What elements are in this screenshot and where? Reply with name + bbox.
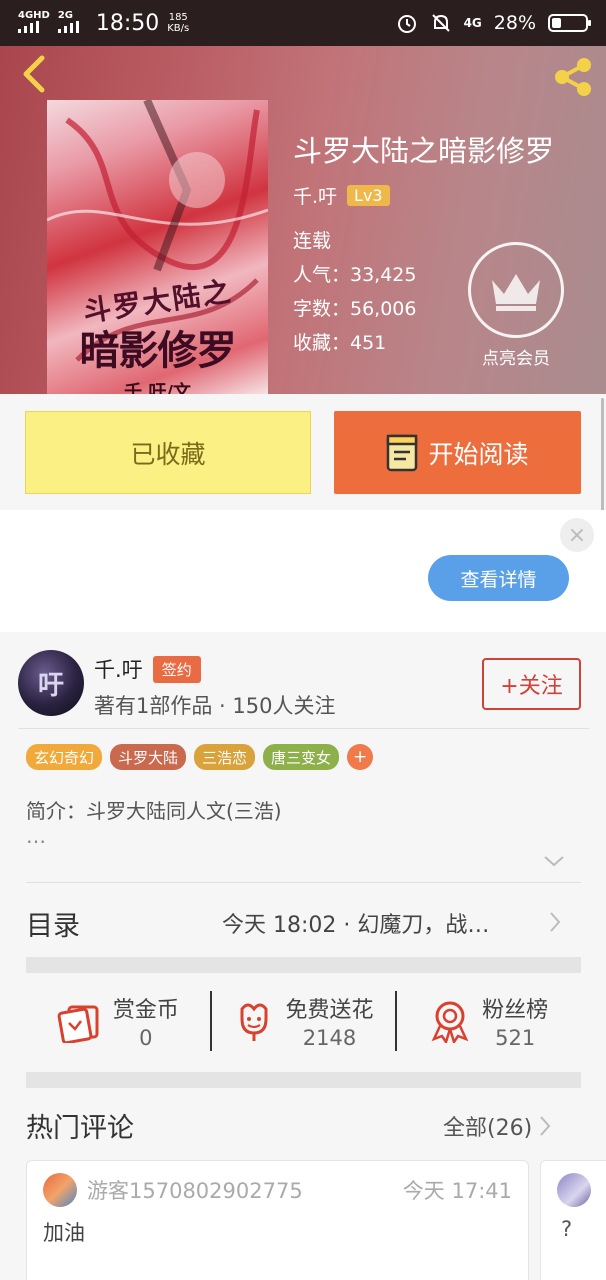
author-stats: 著有1部作品 · 150人关注 <box>94 694 336 718</box>
collected-button[interactable]: 已收藏 <box>25 411 311 494</box>
red-envelope-icon <box>57 1005 99 1043</box>
network-speed: 185 KB/s <box>167 12 189 34</box>
network-type-1: 4GHD <box>18 9 50 21</box>
stat-label: 赏金币 <box>112 998 179 1023</box>
reward-coins[interactable]: 赏金币 0 <box>26 974 210 1068</box>
network-type-3: 4G <box>463 16 482 30</box>
ad-banner: × 查看详情 <box>0 510 606 632</box>
commenter-name[interactable]: 游客1570802902775 <box>87 1175 303 1205</box>
intro-ellipsis: … <box>26 824 46 848</box>
all-comments-label: 全部(26) <box>443 1116 533 1141</box>
book-word-count: 字数：56,006 <box>293 298 417 320</box>
vip-button[interactable]: 点亮会员 <box>468 242 564 372</box>
network-type-2: 2G <box>57 9 74 21</box>
latest-chapter[interactable]: 今天 18:02 · 幻魔刀，战… <box>222 907 532 939</box>
tag-list: 玄幻奇幻 斗罗大陆 三浩恋 唐三变女 + <box>26 744 374 770</box>
free-flowers[interactable]: 免费送花 2148 <box>212 974 396 1068</box>
add-tag-button[interactable]: + <box>347 744 374 770</box>
stat-value: 521 <box>495 1026 536 1050</box>
signal-icon-2: 2G <box>57 9 84 36</box>
author-avatar[interactable]: 吁 <box>18 650 84 716</box>
toc-label[interactable]: 目录 <box>26 904 80 943</box>
comment-card[interactable]: 游客1570802902775 今天 17:41 加油 <box>26 1160 529 1280</box>
signal-bars-icon <box>18 20 39 33</box>
book-icon <box>387 434 418 471</box>
battery-icon <box>548 14 591 32</box>
stat-value: 2148 <box>302 1026 357 1050</box>
vip-label: 点亮会员 <box>482 349 550 369</box>
scrollbar[interactable] <box>601 398 604 522</box>
start-reading-label: 开始阅读 <box>428 439 529 469</box>
speed-value: 185 <box>168 12 188 23</box>
ad-close-icon[interactable]: × <box>560 518 594 552</box>
fan-ranking[interactable]: 粉丝榜 521 <box>397 974 581 1068</box>
stat-label: 粉丝榜 <box>482 998 549 1023</box>
mute-icon <box>431 14 450 32</box>
signed-badge: 签约 <box>152 655 201 683</box>
all-comments-link[interactable]: 全部(26) <box>443 1110 552 1142</box>
book-header: 斗罗大陆之 暗影修罗 千.吁/文 斗罗大陆之暗影修罗 千.吁 Lv3 连载 人气… <box>0 46 606 394</box>
stat-value: 0 <box>139 1026 153 1050</box>
share-icon[interactable] <box>550 54 596 100</box>
section-band <box>26 957 581 973</box>
book-status: 连载 <box>293 230 332 252</box>
comment-text: ? <box>561 1217 573 1241</box>
action-bar: 已收藏 开始阅读 <box>0 394 606 510</box>
cover-author: 千.吁/文 <box>124 382 191 394</box>
start-reading-button[interactable]: 开始阅读 <box>334 411 581 494</box>
flower-icon <box>240 1003 267 1041</box>
book-author-line: 千.吁 Lv3 <box>293 182 390 209</box>
clock: 18:50 <box>95 10 160 36</box>
book-favorites: 收藏：451 <box>293 332 387 354</box>
author-name[interactable]: 千.吁 <box>94 654 143 684</box>
section-band <box>26 1072 581 1088</box>
hot-comments-label: 热门评论 <box>26 1113 134 1144</box>
view-details-button[interactable]: 查看详情 <box>428 555 569 601</box>
cover-title: 斗罗大陆之 暗影修罗 千.吁/文 <box>55 275 260 394</box>
divider <box>18 728 589 729</box>
comment-time: 今天 17:41 <box>402 1179 512 1203</box>
status-bar: 4GHD 2G 18:50 185 KB/s 4G 28% <box>0 0 606 46</box>
follow-button[interactable]: +关注 <box>482 658 581 710</box>
signal-bars-icon <box>57 20 79 33</box>
tag[interactable]: 玄幻奇幻 <box>26 744 103 770</box>
book-title: 斗罗大陆之暗影修罗 <box>293 134 555 168</box>
chevron-right-icon <box>540 1116 551 1136</box>
book-cover[interactable]: 斗罗大陆之 暗影修罗 千.吁/文 <box>47 100 268 394</box>
crown-icon <box>468 242 564 338</box>
author-level-badge: Lv3 <box>347 185 390 206</box>
author-name-row: 千.吁 签约 <box>94 654 201 684</box>
tag[interactable]: 三浩恋 <box>194 744 256 770</box>
book-details-section: 吁 千.吁 签约 著有1部作品 · 150人关注 +关注 玄幻奇幻 斗罗大陆 三… <box>0 632 606 1280</box>
commenter-avatar[interactable] <box>557 1173 591 1207</box>
battery-percent: 28% <box>493 12 536 34</box>
chevron-down-icon[interactable] <box>543 854 565 868</box>
comment-text: 加油 <box>43 1221 85 1245</box>
speed-unit: KB/s <box>167 23 190 34</box>
book-intro: 简介：斗罗大陆同人文(三浩) <box>26 799 282 823</box>
tag[interactable]: 唐三变女 <box>263 744 340 770</box>
back-arrow-icon[interactable] <box>16 54 52 94</box>
tag[interactable]: 斗罗大陆 <box>110 744 187 770</box>
book-popularity: 人气：33,425 <box>293 264 417 286</box>
medal-icon <box>431 1001 469 1043</box>
stat-label: 免费送花 <box>285 998 374 1023</box>
chevron-right-icon[interactable] <box>548 910 562 934</box>
alarm-icon <box>397 15 416 33</box>
commenter-avatar[interactable] <box>43 1173 77 1207</box>
stats-row: 赏金币 0 免费送花 2148 粉丝榜 521 <box>26 974 581 1068</box>
comment-card[interactable]: ? <box>540 1160 606 1280</box>
book-meta: 连载 人气：33,425 字数：56,006 收藏：451 <box>293 224 416 360</box>
divider <box>26 882 581 883</box>
signal-icon: 4GHD <box>18 9 50 36</box>
book-author[interactable]: 千.吁 <box>293 182 337 209</box>
